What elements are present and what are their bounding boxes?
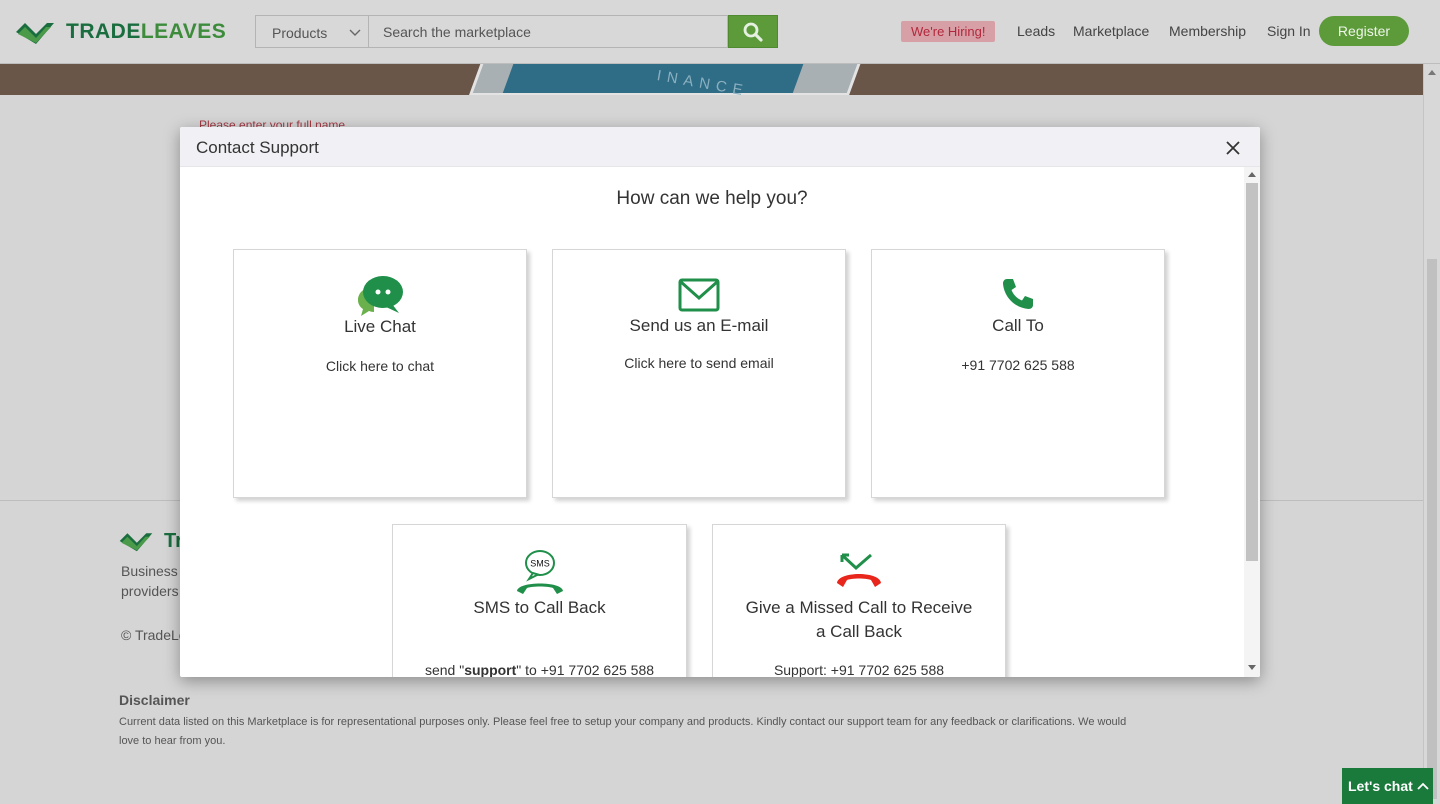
call-to-title: Call To [992, 316, 1044, 335]
modal-scroll-up-icon[interactable] [1248, 172, 1256, 177]
logo-mark-icon [16, 23, 54, 44]
missed-call-card[interactable]: Give a Missed Call to Receive a Call Back… [712, 524, 1006, 677]
hero-banner: INANCE [0, 64, 1423, 95]
modal-scrollbar[interactable] [1244, 167, 1260, 677]
modal-header: Contact Support [180, 127, 1260, 167]
sms-call-back-title: SMS to Call Back [473, 598, 606, 617]
live-chat-card[interactable]: Live Chat Click here to chat [233, 249, 527, 498]
page-scroll-thumb[interactable] [1427, 259, 1437, 799]
disclaimer-text: Current data listed on this Marketplace … [119, 716, 1127, 747]
lets-chat-label: Let's chat [1348, 778, 1413, 794]
search-button[interactable] [728, 15, 778, 48]
email-title: Send us an E-mail [629, 316, 769, 335]
modal-title: Contact Support [196, 138, 319, 157]
close-icon[interactable] [1224, 139, 1242, 157]
help-heading: How can we help you? [616, 188, 808, 209]
chevron-up-icon [1417, 782, 1429, 790]
hero-tablet-image: INANCE [468, 64, 872, 95]
nav-membership[interactable]: Membership [1169, 23, 1246, 39]
sms-phone-icon: SMS [516, 550, 563, 594]
live-chat-subtitle: Click here to chat [325, 358, 435, 374]
phone-icon [1003, 279, 1033, 309]
page-scrollbar[interactable] [1423, 64, 1440, 804]
missed-call-title: Give a Missed Call to Receive a Call Back [745, 598, 973, 641]
contact-support-modal: Contact Support How can we help you? Liv… [180, 127, 1260, 677]
category-select[interactable]: Products [255, 15, 368, 48]
category-select-value: Products [272, 25, 328, 41]
footer-logo-icon [119, 533, 153, 552]
sms-call-back-subtitle: send "support" to +91 7702 625 588 [424, 662, 655, 677]
modal-scroll-thumb[interactable] [1246, 183, 1258, 561]
email-subtitle: Click here to send email [624, 355, 774, 371]
modal-scroll-down-icon[interactable] [1248, 665, 1256, 670]
modal-body: How can we help you? Live Chat Click her… [180, 167, 1244, 677]
footer-copyright: © TradeLe [121, 627, 187, 643]
envelope-icon [678, 278, 720, 312]
live-chat-title: Live Chat [344, 317, 416, 336]
nav-leads[interactable]: Leads [1017, 23, 1055, 39]
chat-bubbles-icon [358, 276, 403, 316]
top-navbar: TRADELEAVES Products We're Hiring! Leads… [0, 0, 1440, 64]
sms-call-back-card[interactable]: SMS SMS to Call Back send "support" to +… [392, 524, 687, 677]
call-to-card[interactable]: Call To +91 7702 625 588 [871, 249, 1165, 498]
footer-about-line2: providers [121, 583, 179, 599]
register-button[interactable]: Register [1319, 16, 1409, 46]
missed-call-subtitle: Support: +91 7702 625 588 [773, 662, 945, 677]
chevron-down-icon [349, 29, 361, 36]
brand-name: TRADELEAVES [66, 20, 227, 43]
sms-icon-text: SMS [530, 559, 550, 569]
search-icon [743, 22, 763, 42]
footer-about-line1: Business [121, 563, 178, 579]
missed-call-icon [837, 553, 881, 587]
page-scroll-up-icon[interactable] [1428, 70, 1436, 75]
email-card[interactable]: Send us an E-mail Click here to send ema… [552, 249, 846, 498]
brand-logo[interactable]: TRADELEAVES [16, 18, 226, 46]
nav-sign-in[interactable]: Sign In [1267, 23, 1311, 39]
hiring-badge[interactable]: We're Hiring! [901, 21, 996, 42]
call-to-number: +91 7702 625 588 [961, 357, 1075, 373]
search-input[interactable] [368, 15, 728, 48]
lets-chat-widget[interactable]: Let's chat [1342, 768, 1433, 804]
disclaimer-title: Disclaimer [119, 692, 190, 708]
nav-marketplace[interactable]: Marketplace [1073, 23, 1149, 39]
